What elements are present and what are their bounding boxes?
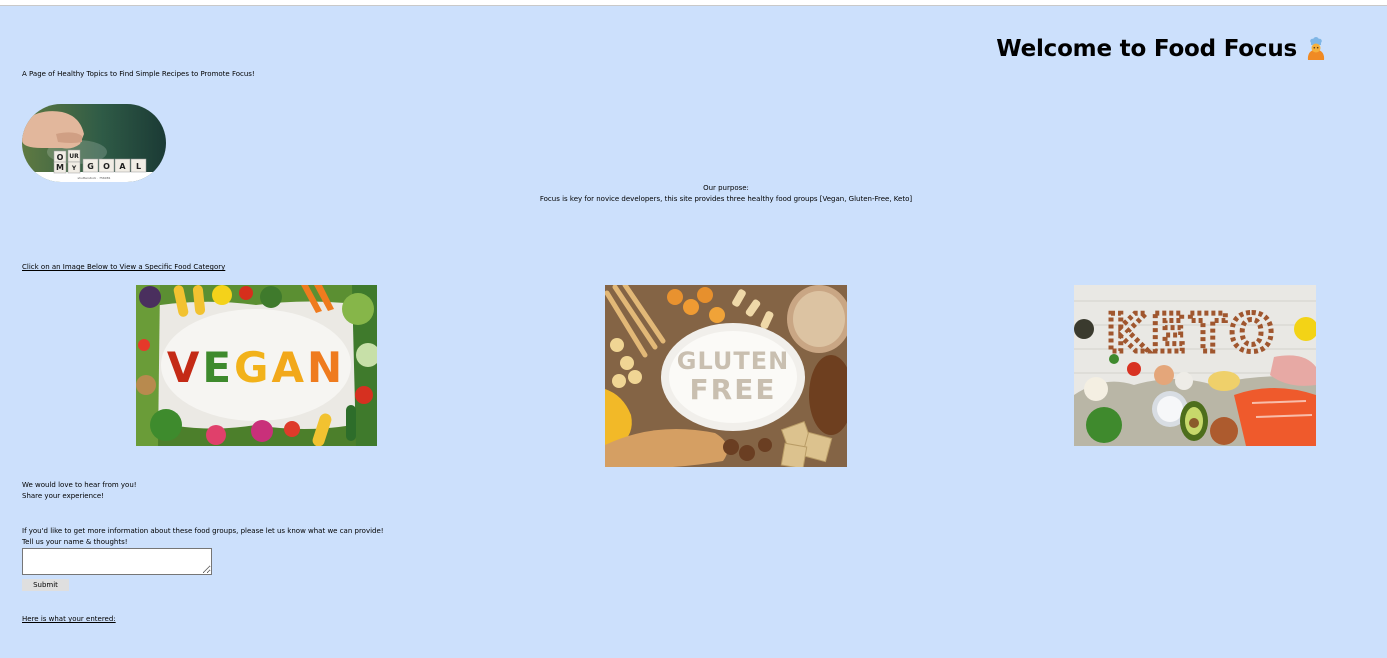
- thoughts-prompt-label: Tell us your name & thoughts!: [22, 538, 128, 546]
- purpose-section: Our purpose: Focus is key for novice dev…: [0, 183, 1387, 205]
- svg-text:O: O: [103, 162, 110, 171]
- svg-text:Y: Y: [71, 165, 77, 172]
- top-rule: [0, 0, 1387, 6]
- purpose-text: Focus is key for novice developers, this…: [539, 195, 913, 203]
- svg-text:GLUTEN: GLUTEN: [677, 347, 789, 375]
- svg-text:L: L: [136, 162, 141, 171]
- svg-text:KETO: KETO: [1106, 304, 1278, 364]
- cook-emoji-icon: [1307, 37, 1325, 60]
- purpose-heading: Our purpose:: [703, 184, 749, 192]
- submit-button[interactable]: Submit: [22, 579, 69, 591]
- svg-text:G: G: [87, 162, 94, 171]
- svg-text:shutterstock · 756981: shutterstock · 756981: [77, 176, 110, 180]
- svg-text:O: O: [57, 153, 64, 162]
- entered-results-link[interactable]: Here is what your entered:: [22, 615, 116, 623]
- feedback-line-1: We would love to hear from you!: [22, 481, 137, 489]
- info-request-text: If you'd like to get more information ab…: [22, 527, 384, 535]
- keto-category-image[interactable]: KETO: [1074, 285, 1316, 446]
- feedback-line-2: Share your experience!: [22, 492, 104, 500]
- page-title-text: Welcome to Food Focus: [996, 36, 1297, 62]
- page-title: Welcome to Food Focus: [996, 34, 1329, 62]
- feedback-intro: We would love to hear from you! Share yo…: [22, 480, 137, 502]
- category-instructions-link[interactable]: Click on an Image Below to View a Specif…: [22, 263, 225, 271]
- svg-text:UR: UR: [69, 153, 79, 160]
- thoughts-textarea[interactable]: [22, 548, 212, 575]
- svg-text:A: A: [119, 162, 126, 171]
- site-tagline: A Page of Healthy Topics to Find Simple …: [22, 70, 255, 78]
- svg-text:FREE: FREE: [690, 373, 777, 406]
- gluten-free-category-image[interactable]: GLUTEN FREE: [605, 285, 847, 467]
- goal-logo-image: shutterstock · 756981 O UR M Y G O A L: [22, 104, 166, 182]
- info-request: If you'd like to get more information ab…: [22, 526, 384, 548]
- vegan-category-image[interactable]: VEGAN: [136, 285, 377, 446]
- svg-text:VEGAN: VEGAN: [167, 343, 345, 392]
- svg-text:M: M: [56, 163, 64, 172]
